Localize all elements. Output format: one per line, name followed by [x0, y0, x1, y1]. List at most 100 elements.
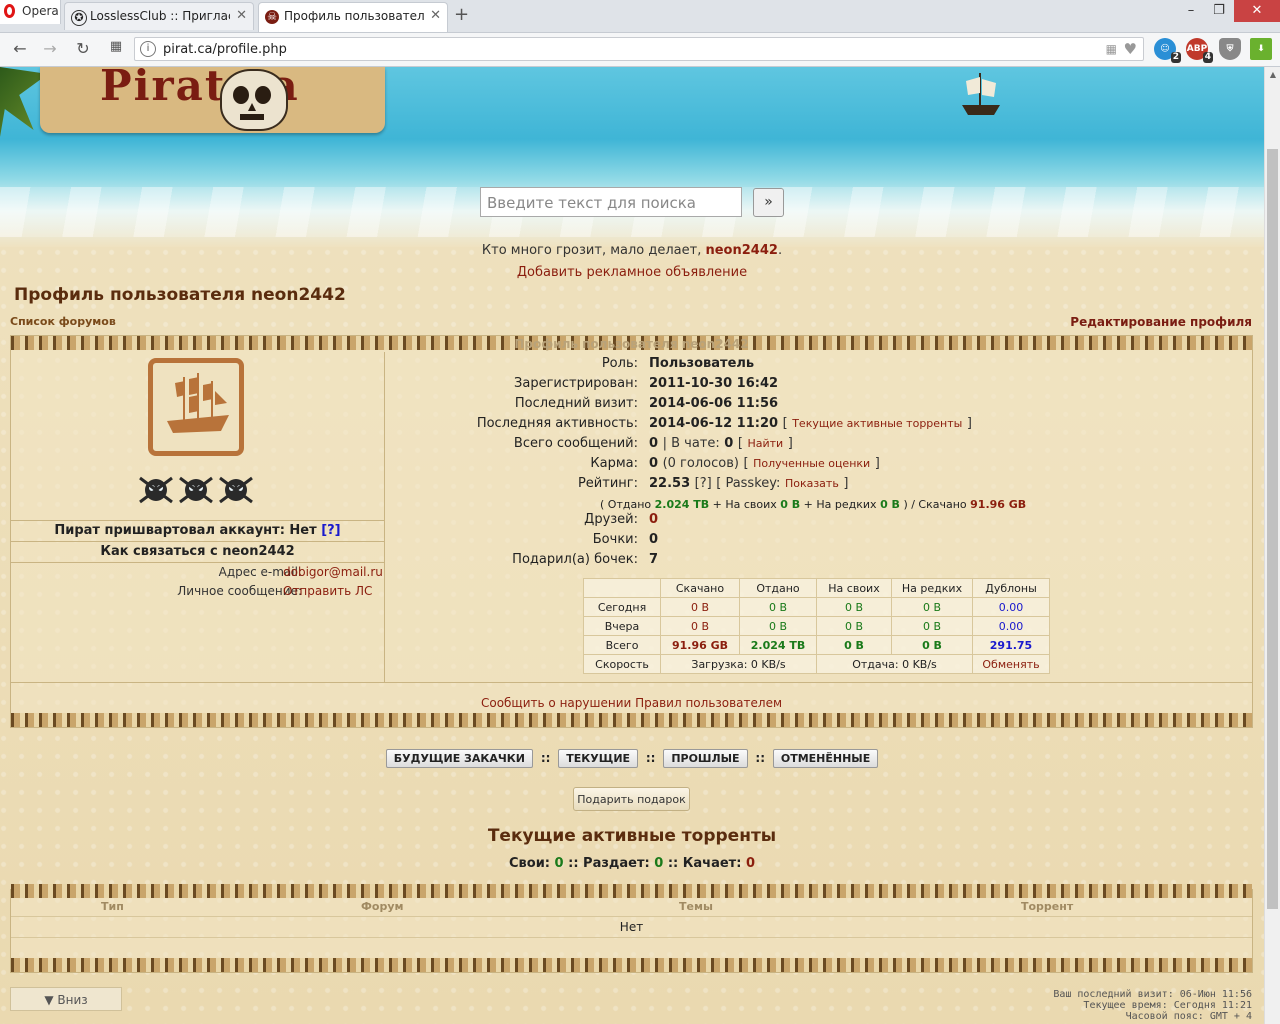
cancelled-button[interactable]: ОТМЕНЁННЫЕ: [772, 749, 879, 768]
barrels-value: 0: [649, 532, 659, 547]
stats-cell: 0.00: [972, 597, 1050, 617]
quote-username[interactable]: neon2442: [705, 243, 777, 258]
footer-timezone: Часовой пояс: GMT + 4: [1125, 1011, 1252, 1022]
report-violation-link[interactable]: Сообщить о нарушении Правил пользователе…: [481, 696, 782, 710]
ext-face-icon[interactable]: ☺ 2: [1154, 38, 1181, 63]
friends-label: Друзей:: [584, 512, 638, 527]
registered-label: Зарегистрирован:: [514, 376, 638, 391]
ext-badge: 2: [1170, 52, 1181, 63]
opera-menu-button[interactable]: Opera: [0, 0, 61, 24]
close-tab-icon[interactable]: ✕: [430, 8, 441, 23]
col-type[interactable]: Тип: [101, 900, 124, 913]
find-posts-link[interactable]: Найти: [747, 437, 783, 450]
karma-label: Карма:: [590, 456, 638, 471]
stats-cell: Сегодня: [583, 597, 661, 617]
scroll-down-button[interactable]: ▼ Вниз: [10, 987, 122, 1011]
last-visit-row: Последний визит: 2014-06-06 11:56: [385, 394, 1252, 414]
col-topics[interactable]: Темы: [679, 900, 713, 913]
last-activity-value: 2014-06-12 11:20 [ Текущие активные торр…: [649, 416, 972, 431]
registered-value: 2011-10-30 16:42: [649, 376, 779, 391]
send-pm-link[interactable]: Отправить ЛС: [283, 584, 372, 598]
stats-cell: 0 B: [660, 597, 740, 617]
active-torrents-link[interactable]: Текущие активные торренты: [792, 417, 962, 430]
add-ad-link[interactable]: Добавить рекламное объявление: [0, 265, 1264, 280]
karma-votes: (0 голосов): [662, 456, 739, 471]
scroll-up-icon[interactable]: ▲: [1265, 67, 1280, 83]
search-input[interactable]: Введите текст для поиска: [480, 187, 742, 217]
footer-last-visit: Ваш последний визит: 06-Июн 11:56: [1053, 989, 1252, 1000]
stats-cell: 0 B: [816, 616, 892, 636]
role-label: Роль:: [601, 356, 638, 371]
traffic-stats-table: Скачано Отдано На своих На редких Дублон…: [583, 578, 1050, 674]
restore-window-icon[interactable]: ❐: [1204, 0, 1234, 22]
no-torrents-text: Нет: [11, 916, 1252, 938]
leeching-label: :: Качает:: [667, 856, 742, 871]
profile-panel: Профиль пользователя neon2442 Пират приш…: [10, 335, 1253, 728]
last-visit-label: Последний визит:: [514, 396, 638, 411]
browser-tab-bar: Opera ✪ LosslessClub :: Приглаcит ✕ ☠ Пр…: [0, 0, 1280, 33]
separator: ::: [540, 751, 551, 765]
shield-icon[interactable]: ⛨: [1219, 38, 1241, 60]
download-arrow-icon[interactable]: ⬇: [1250, 38, 1272, 60]
forum-list-link[interactable]: Список форумов: [10, 315, 116, 328]
rating-help-link[interactable]: [?]: [695, 476, 712, 491]
quote-line: Кто много грозит, мало делает, neon2442.: [0, 243, 1264, 258]
chat-label: | В чате:: [662, 436, 720, 451]
search-button[interactable]: »: [753, 188, 784, 217]
current-button[interactable]: ТЕКУЩИЕ: [558, 749, 639, 768]
new-tab-plus-icon[interactable]: +: [454, 4, 469, 25]
browser-tab-profile[interactable]: ☠ Профиль пользователя n ✕: [258, 2, 448, 32]
col-forum[interactable]: Форум: [361, 900, 404, 913]
profile-info-column: Роль: Пользователь Зарегистрирован: 2011…: [385, 352, 1252, 682]
show-passkey-link[interactable]: Показать: [785, 477, 839, 490]
barrels-label: Бочки:: [592, 532, 638, 547]
rating-number: 22.53: [649, 476, 691, 491]
active-torrents-title: Текущие активные торренты: [487, 826, 777, 846]
scroll-thumb[interactable]: [1267, 149, 1278, 909]
close-tab-icon[interactable]: ✕: [236, 8, 247, 23]
opera-logo-icon: [4, 4, 15, 18]
sailing-ship-icon: [167, 373, 229, 433]
email-link[interactable]: dobigor@mail.ru: [283, 565, 383, 579]
karma-count: 0: [649, 456, 659, 471]
site-logo[interactable]: Pirat ca: [40, 67, 385, 133]
separator: ::: [645, 751, 656, 765]
speed-dial-grid-icon[interactable]: ▦: [106, 39, 126, 54]
exchange-link[interactable]: Обменять: [972, 654, 1050, 674]
gifted-value: 7: [649, 552, 659, 567]
moored-help-link[interactable]: [?]: [321, 523, 340, 538]
col-torrent[interactable]: Торрент: [1021, 900, 1073, 913]
past-button[interactable]: ПРОШЛЫЕ: [663, 749, 748, 768]
url-field[interactable]: i pirat.ca/profile.php ▦ ♥: [134, 37, 1144, 61]
quote-text: Кто много грозит, мало делает,: [481, 243, 702, 258]
role-value: Пользователь: [649, 356, 755, 371]
separator: ::: [755, 751, 766, 765]
page-scrollbar[interactable]: ▲: [1264, 67, 1280, 1024]
adblock-icon[interactable]: ABP 4: [1186, 38, 1213, 63]
edit-profile-link[interactable]: Редактирование профиля: [1070, 315, 1252, 329]
received-ratings-link[interactable]: Полученные оценки: [753, 457, 870, 470]
seeding-label: :: Раздает:: [568, 856, 650, 871]
stats-cell: Вчера: [583, 616, 661, 636]
stats-cell: Всего: [583, 635, 661, 655]
give-gift-button[interactable]: Подарить подарок: [573, 787, 690, 811]
close-window-icon[interactable]: ✕: [1234, 0, 1280, 22]
stats-row-speed: Скорость Загрузка: 0 KB/s Отдача: 0 KB/s…: [583, 654, 1050, 674]
karma-row: Карма: 0 (0 голосов) [ Полученные оценки…: [385, 454, 1252, 474]
back-arrow-icon[interactable]: ←: [10, 39, 30, 58]
reload-icon[interactable]: ↻: [73, 39, 93, 58]
minimize-window-icon[interactable]: –: [1176, 0, 1206, 22]
url-grid-icon[interactable]: ▦: [1106, 42, 1117, 56]
footer-time-info: Ваш последний визит: 06-Июн 11:56 Текуще…: [1053, 989, 1252, 1022]
browser-tab-losslessclub[interactable]: ✪ LosslessClub :: Приглаcит ✕: [64, 2, 254, 30]
future-downloads-button[interactable]: БУДУЩИЕ ЗАКАЧКИ: [385, 749, 533, 768]
site-info-icon[interactable]: i: [140, 41, 156, 57]
stats-cell: 0 B: [891, 597, 973, 617]
tab-title: Профиль пользователя n: [284, 9, 424, 23]
bookmark-heart-icon[interactable]: ♥: [1124, 40, 1137, 58]
forward-arrow-icon[interactable]: →: [40, 39, 60, 58]
url-text[interactable]: pirat.ca/profile.php: [163, 42, 287, 57]
moored-account-status: Пират пришвартовал аккаунт: Нет [?]: [11, 520, 384, 542]
stats-cell: 0 B: [660, 616, 740, 636]
last-activity-date: 2014-06-12 11:20: [649, 416, 779, 431]
